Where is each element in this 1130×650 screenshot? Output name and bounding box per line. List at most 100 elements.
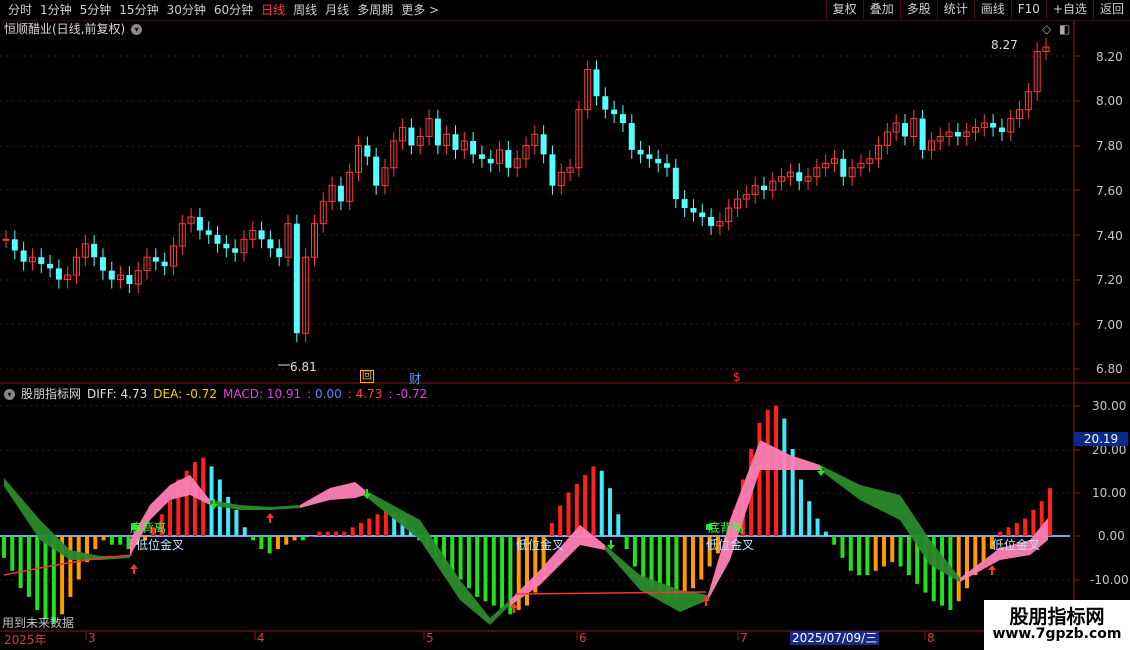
- dea-band-down: [210, 500, 300, 510]
- chevron-down-icon[interactable]: ▾: [4, 388, 15, 400]
- candle-body-down: [540, 134, 547, 155]
- macd-histogram-bar: [865, 536, 870, 576]
- sell-arrow-head: [817, 471, 825, 476]
- candle-body-down: [293, 223, 300, 334]
- diff-value: DIFF: 4.73: [87, 387, 148, 401]
- macd-histogram-bar: [242, 527, 247, 536]
- candle-body-down: [954, 132, 961, 137]
- macd-histogram-bar: [26, 536, 31, 597]
- macd-histogram-bar: [251, 536, 256, 541]
- bottom-divergence-label: 底背离: [130, 521, 167, 535]
- candle-body-down: [664, 163, 671, 168]
- macd-histogram-bar: [2, 536, 6, 558]
- macd-histogram-bar: [765, 409, 770, 536]
- candle-body-down: [637, 149, 644, 155]
- macd-histogram-bar: [68, 536, 73, 597]
- candle-body-down: [267, 239, 274, 249]
- macd-histogram-bar: [342, 531, 347, 536]
- finance-marker[interactable]: 财: [409, 370, 421, 387]
- watermark-title: 股朋指标网: [1009, 606, 1105, 628]
- macd-histogram-bar: [350, 527, 355, 536]
- macd-histogram-bar: [807, 501, 812, 536]
- price-tick: 8.20: [1096, 50, 1123, 64]
- macd-histogram-bar: [757, 422, 762, 536]
- candle-body-down: [55, 268, 62, 280]
- macd-histogram-bar: [890, 536, 895, 563]
- panel-toggle-icon[interactable]: ◧: [1059, 22, 1070, 36]
- candle-body-down: [408, 127, 415, 146]
- candle-body-down: [161, 261, 168, 267]
- macd-histogram-bar: [300, 536, 305, 541]
- low-gold-cross-label: 低位金叉: [516, 538, 565, 552]
- candle-body-down: [434, 118, 441, 146]
- macd-histogram-bar: [101, 536, 106, 541]
- macd-histogram-bar: [832, 536, 837, 545]
- watermark: 股朋指标网 www.7gpzb.com: [984, 600, 1130, 650]
- candle-body-down: [919, 118, 926, 150]
- candle-body-down: [38, 257, 45, 264]
- indicator-layer: [0, 405, 1070, 625]
- price-tick: 7.20: [1096, 273, 1123, 287]
- macd-histogram-bar: [226, 496, 231, 536]
- macd-histogram-bar: [549, 522, 554, 536]
- macd-histogram-bar: [599, 470, 604, 536]
- candle-body-down: [20, 250, 27, 262]
- macd-histogram-bar: [641, 536, 646, 580]
- macd-histogram-bar: [35, 536, 40, 610]
- macd-histogram-bar: [624, 536, 629, 550]
- cursor-date-badge: 2025/07/09/三: [790, 631, 880, 645]
- macd-histogram-bar: [848, 536, 853, 571]
- macd-histogram-bar: [18, 536, 23, 589]
- price-tick: 7.60: [1096, 184, 1123, 198]
- candle-body-down: [655, 158, 662, 164]
- macd-histogram-bar: [168, 496, 173, 536]
- candle-body-down: [611, 109, 618, 115]
- candle-body-down: [478, 154, 485, 159]
- dea-band-down: [365, 490, 510, 625]
- buy-arrow-head: [130, 564, 138, 569]
- candle-body-down: [672, 167, 679, 200]
- candle-body-down: [196, 216, 203, 231]
- macd-histogram-bar: [616, 514, 621, 536]
- dividend-marker[interactable]: $: [733, 370, 741, 384]
- candle-body-down: [258, 230, 265, 240]
- price-tick: 7.40: [1096, 229, 1123, 243]
- macd-histogram-bar: [491, 536, 496, 606]
- macd-histogram-bar: [483, 536, 488, 602]
- time-tick: 6: [579, 631, 587, 645]
- macd-histogram-bar: [1014, 522, 1019, 536]
- macd-histogram-bar: [259, 536, 264, 550]
- time-tick: 4: [257, 631, 265, 645]
- macd-histogram-bar: [375, 514, 380, 536]
- macd-histogram-bar: [1048, 488, 1052, 536]
- candle-body-down: [681, 199, 688, 209]
- macd-histogram-bar: [591, 466, 596, 536]
- macd-histogram-bar: [10, 536, 15, 571]
- macd-histogram-bar: [691, 536, 696, 589]
- dea-band-down: [820, 465, 960, 582]
- macd-histogram-bar: [475, 536, 480, 597]
- macd-histogram-bar: [857, 536, 862, 576]
- time-tick: 7: [740, 631, 748, 645]
- macd-histogram-bar: [126, 536, 131, 550]
- candle-body-down: [205, 230, 212, 235]
- diamond-icon[interactable]: ◇: [1042, 22, 1051, 36]
- candle-body-down: [760, 185, 767, 191]
- price-tick: 7.80: [1096, 139, 1123, 153]
- macd-histogram-bar: [217, 479, 222, 536]
- macd-histogram-bar: [1031, 509, 1036, 536]
- macd-histogram-bar: [93, 536, 98, 550]
- candle-body-down: [549, 154, 556, 186]
- macd-histogram-bar: [192, 462, 197, 536]
- review-marker[interactable]: 回: [360, 370, 374, 383]
- candle-body-down: [11, 239, 18, 251]
- price-tick: 6.80: [1096, 362, 1123, 376]
- indicator-name[interactable]: 股朋指标网: [21, 386, 81, 402]
- time-tick: 8: [927, 631, 935, 645]
- macd-histogram-bar: [334, 531, 339, 536]
- macd-histogram-bar: [566, 492, 571, 536]
- candle-body-down: [708, 216, 715, 226]
- candle-body-down: [223, 243, 230, 249]
- macd-histogram-bar: [367, 518, 372, 536]
- candle-body-down: [796, 172, 803, 182]
